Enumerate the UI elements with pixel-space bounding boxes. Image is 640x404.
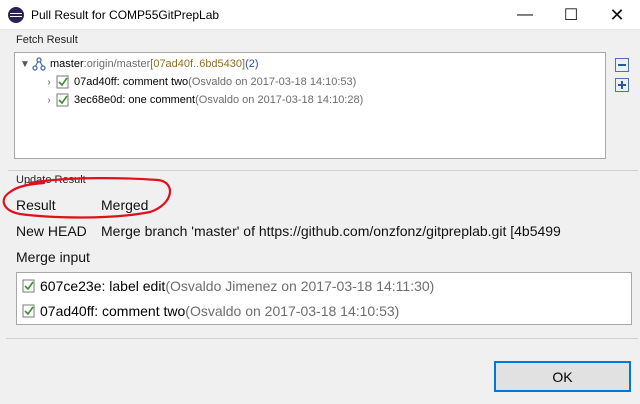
fetch-result-tree[interactable]: ▼ master : origin/master [07ad40f..6bd54… <box>14 52 606 159</box>
commit-id-msg: 3ec68e0d: one comment <box>74 94 196 106</box>
collapse-all-icon[interactable] <box>615 58 629 72</box>
eclipse-icon <box>8 7 24 23</box>
ok-button[interactable]: OK <box>494 361 631 392</box>
merge-id-msg: 607ce23e: label edit <box>40 278 166 294</box>
branch-icon <box>31 56 47 72</box>
merge-input-list[interactable]: 607ce23e: label edit (Osvaldo Jimenez on… <box>16 272 632 325</box>
minimize-button[interactable]: — <box>502 0 548 30</box>
maximize-button[interactable]: ☐ <box>548 0 594 30</box>
update-result-label: Update Result <box>16 174 86 186</box>
commit-icon <box>55 92 71 108</box>
new-head-key: New HEAD <box>16 223 87 239</box>
fetch-result-label: Fetch Result <box>16 34 78 46</box>
commit-id-msg: 07ad40ff: comment two <box>74 76 189 88</box>
tree-row-ref[interactable]: ▼ master : origin/master [07ad40f..6bd54… <box>19 55 259 73</box>
list-item[interactable]: 07ad40ff: comment two (Osvaldo on 2017-0… <box>21 300 399 322</box>
merge-id-msg: 07ad40ff: comment two <box>40 303 186 319</box>
window-title: Pull Result for COMP55GitPrepLab <box>31 8 220 22</box>
result-value: Merged <box>101 197 149 213</box>
merge-meta: (Osvaldo on 2017-03-18 14:10:53) <box>185 303 400 319</box>
ref-range: [07ad40f..6bd5430] <box>150 58 246 70</box>
footer-divider <box>6 338 638 339</box>
merge-meta: (Osvaldo Jimenez on 2017-03-18 14:11:30) <box>165 278 435 294</box>
result-key: Result <box>16 197 56 213</box>
commit-meta: (Osvaldo on 2017-03-18 14:10:28) <box>195 94 364 106</box>
ref-count: (2) <box>245 58 259 70</box>
commit-meta: (Osvaldo on 2017-03-18 14:10:53) <box>188 76 357 88</box>
ref-name: master <box>50 58 84 70</box>
close-button[interactable]: ✕ <box>594 0 640 30</box>
merge-input-label: Merge input <box>16 249 90 265</box>
chevron-right-icon[interactable]: › <box>43 77 55 88</box>
chevron-down-icon[interactable]: ▼ <box>19 59 31 70</box>
tree-row-commit[interactable]: › 07ad40ff: comment two (Osvaldo on 2017… <box>43 73 356 91</box>
title-bar[interactable]: Pull Result for COMP55GitPrepLab — ☐ ✕ <box>0 0 640 30</box>
ref-remote: origin/master <box>86 58 151 70</box>
section-divider <box>8 170 638 171</box>
commit-icon <box>21 303 37 319</box>
list-item[interactable]: 607ce23e: label edit (Osvaldo Jimenez on… <box>21 275 434 297</box>
chevron-right-icon[interactable]: › <box>43 95 55 106</box>
tree-row-commit[interactable]: › 3ec68e0d: one comment (Osvaldo on 2017… <box>43 91 363 109</box>
expand-all-icon[interactable] <box>615 78 629 92</box>
commit-icon <box>55 74 71 90</box>
commit-icon <box>21 278 37 294</box>
new-head-value: Merge branch 'master' of https://github.… <box>101 223 561 239</box>
